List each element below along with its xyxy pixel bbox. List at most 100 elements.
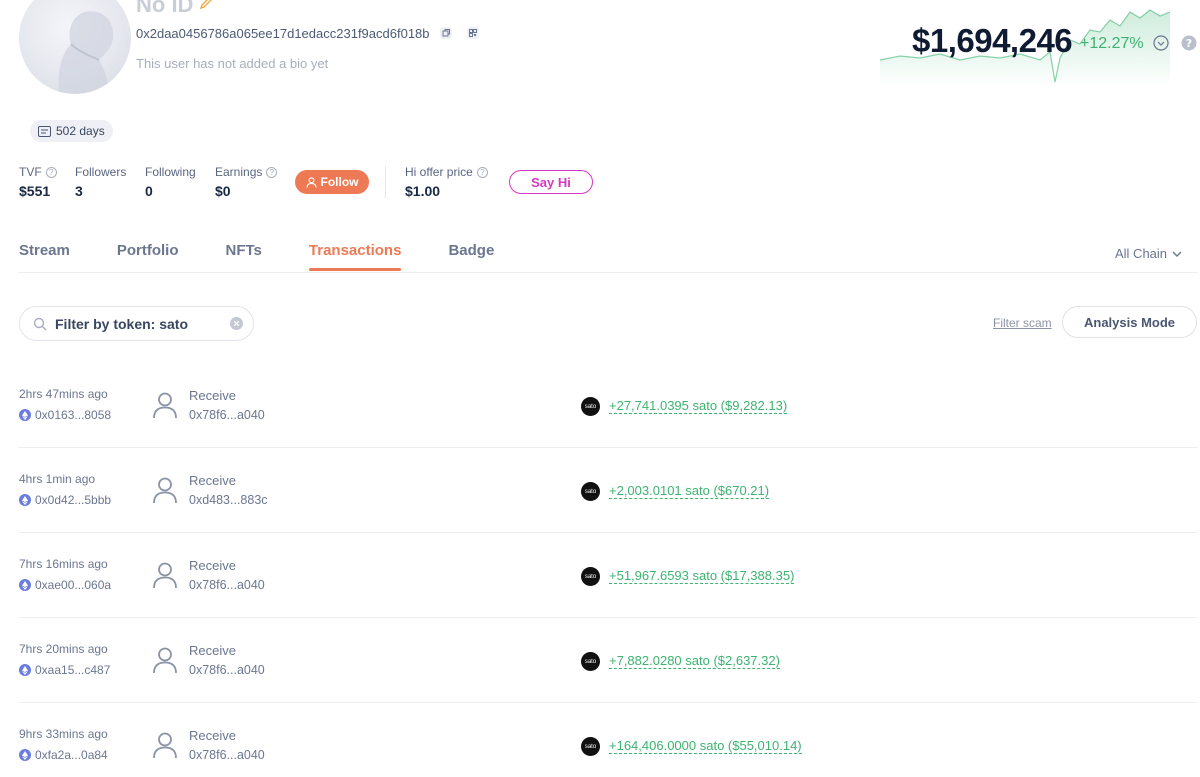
follow-button-label: Follow — [320, 175, 359, 189]
transaction-time: 9hrs 33mins ago — [19, 727, 108, 741]
transaction-time: 7hrs 20mins ago — [19, 642, 108, 656]
transaction-amount[interactable]: +51,967.6593 sato ($17,388.35) — [609, 569, 795, 584]
user-icon — [153, 647, 177, 674]
transaction-type: Receive — [189, 728, 236, 743]
stat-earnings-value: $0 — [215, 183, 231, 199]
help-icon[interactable]: ? — [1181, 35, 1197, 51]
transaction-hash: 0xfa2a...0a84 — [35, 748, 108, 762]
counterparty-address[interactable]: 0x78f6...a040 — [189, 748, 265, 762]
stat-earnings-label: Earnings — [215, 165, 263, 179]
transaction-amount[interactable]: +2,003.0101 sato ($670.21) — [609, 484, 770, 499]
token-icon: sato — [581, 397, 600, 416]
clear-icon[interactable] — [230, 317, 243, 330]
transaction-amount[interactable]: +7,882.0280 sato ($2,637.32) — [609, 654, 780, 669]
stat-following[interactable]: Following 0 — [145, 165, 196, 199]
stat-tvf-value: $551 — [19, 183, 51, 199]
search-icon — [33, 317, 47, 330]
tabs-divider — [19, 272, 1197, 273]
transaction-hash-link[interactable]: 0xfa2a...0a84 — [19, 748, 108, 762]
ethereum-icon — [19, 664, 31, 676]
ethereum-icon — [19, 409, 31, 421]
user-icon — [305, 176, 317, 188]
info-icon[interactable]: ? — [45, 166, 57, 178]
token-icon: sato — [581, 567, 600, 586]
stat-tvf: TVF? $551 — [19, 165, 57, 199]
counterparty-address[interactable]: 0x78f6...a040 — [189, 578, 265, 592]
counterparty-address[interactable]: 0x78f6...a040 — [189, 663, 265, 677]
token-icon: sato — [581, 737, 600, 756]
transaction-row[interactable]: 4hrs 1min ago 0x0d42...5bbb Receive 0xd4… — [19, 448, 1197, 533]
transaction-hash: 0xaa15...c487 — [35, 663, 111, 677]
token-icon: sato — [581, 482, 600, 501]
transaction-row[interactable]: 7hrs 16mins ago 0xae00...060a Receive 0x… — [19, 533, 1197, 618]
svg-text:?: ? — [1186, 37, 1192, 50]
transaction-type: Receive — [189, 473, 236, 488]
wallet-address: 0x2daa0456786a065ee17d1edacc231f9acd6f01… — [136, 26, 430, 41]
stat-hi-offer-label: Hi offer price — [405, 165, 473, 179]
stat-earnings: Earnings? $0 — [215, 165, 278, 199]
avatar — [19, 0, 131, 94]
qr-code-icon[interactable] — [466, 26, 480, 40]
transaction-amount[interactable]: +27,741.0395 sato ($9,282.13) — [609, 399, 788, 414]
net-worth-value: $1,694,246 — [912, 22, 1073, 59]
counterparty-address[interactable]: 0x78f6...a040 — [189, 408, 265, 422]
user-icon — [153, 562, 177, 589]
transaction-amount[interactable]: +164,406.0000 sato ($55,010.14) — [609, 739, 802, 754]
say-hi-button[interactable]: Say Hi — [509, 170, 593, 194]
token-filter-input[interactable]: Filter by token: sato — [19, 306, 254, 341]
transaction-row[interactable]: 7hrs 20mins ago 0xaa15...c487 Receive 0x… — [19, 618, 1197, 703]
info-icon[interactable]: ? — [476, 166, 488, 178]
account-age-badge: 502 days — [30, 120, 113, 142]
transaction-hash: 0x0d42...5bbb — [35, 493, 112, 507]
net-worth-change: +12.27% — [1080, 35, 1144, 52]
stat-followers-value: 3 — [75, 183, 83, 199]
transaction-type: Receive — [189, 388, 236, 403]
transaction-hash-link[interactable]: 0x0163...8058 — [19, 408, 111, 422]
filter-scam-link[interactable]: Filter scam — [993, 316, 1052, 330]
chevron-down-circle-icon[interactable] — [1153, 35, 1169, 51]
transaction-row[interactable]: 2hrs 47mins ago 0x0163...8058 Receive 0x… — [19, 363, 1197, 448]
transaction-hash: 0xae00...060a — [35, 578, 112, 592]
account-age-text: 502 days — [56, 124, 105, 138]
chevron-down-icon — [1172, 251, 1182, 257]
transaction-list: 2hrs 47mins ago 0x0163...8058 Receive 0x… — [19, 363, 1197, 777]
profile-tabs: Stream Portfolio NFTs Transactions Badge — [19, 242, 541, 272]
stat-hi-offer-value: $1.00 — [405, 183, 441, 199]
counterparty-address[interactable]: 0xd483...883c — [189, 493, 268, 507]
transaction-time: 7hrs 16mins ago — [19, 557, 108, 571]
avatar-face-icon — [58, 11, 114, 94]
tab-badge[interactable]: Badge — [448, 242, 494, 272]
ethereum-icon — [19, 579, 31, 591]
stat-following-value: 0 — [145, 183, 153, 199]
ethereum-icon — [19, 749, 31, 761]
tab-portfolio[interactable]: Portfolio — [117, 242, 179, 272]
stat-followers-label: Followers — [75, 165, 127, 179]
info-icon[interactable]: ? — [266, 166, 278, 178]
follow-button[interactable]: Follow — [295, 170, 369, 194]
tab-transactions[interactable]: Transactions — [308, 242, 401, 272]
copy-icon[interactable] — [439, 26, 453, 40]
edit-icon[interactable] — [199, 0, 213, 10]
transaction-hash-link[interactable]: 0xaa15...c487 — [19, 663, 110, 677]
stat-hi-offer: Hi offer price? $1.00 — [405, 165, 488, 199]
ethereum-icon — [19, 494, 31, 506]
divider — [385, 166, 386, 198]
tab-nfts[interactable]: NFTs — [226, 242, 262, 272]
transaction-hash-link[interactable]: 0x0d42...5bbb — [19, 493, 111, 507]
transaction-time: 4hrs 1min ago — [19, 472, 96, 486]
stat-followers[interactable]: Followers 3 — [75, 165, 126, 199]
transaction-time: 2hrs 47mins ago — [19, 387, 108, 401]
user-icon — [153, 732, 177, 759]
chain-filter-dropdown[interactable]: All Chain — [1115, 246, 1182, 261]
stat-tvf-label: TVF — [19, 165, 42, 179]
analysis-mode-button[interactable]: Analysis Mode — [1062, 306, 1197, 338]
chain-filter-label: All Chain — [1115, 246, 1168, 261]
tab-stream[interactable]: Stream — [19, 242, 70, 272]
transaction-row[interactable]: 9hrs 33mins ago 0xfa2a...0a84 Receive 0x… — [19, 703, 1197, 777]
transaction-hash-link[interactable]: 0xae00...060a — [19, 578, 111, 592]
token-filter-value: Filter by token: sato — [55, 315, 189, 332]
user-icon — [153, 392, 177, 419]
transaction-type: Receive — [189, 558, 236, 573]
user-icon — [153, 477, 177, 504]
token-icon: sato — [581, 652, 600, 671]
